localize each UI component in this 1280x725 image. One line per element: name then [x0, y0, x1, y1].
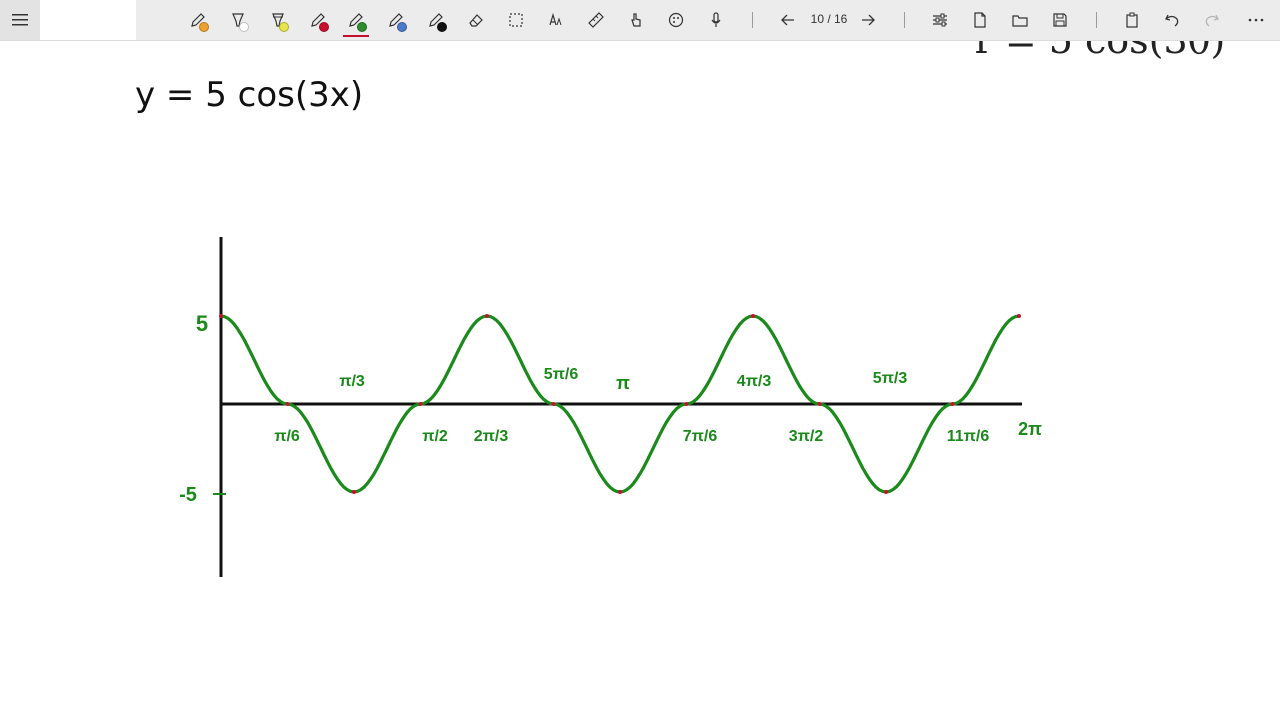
color-dot [357, 22, 367, 32]
active-tool-indicator [343, 35, 369, 37]
more-icon [1248, 18, 1264, 22]
paste-button[interactable] [1117, 6, 1147, 34]
pen-tool-green-active[interactable] [341, 6, 371, 37]
ink-to-text-tool[interactable] [541, 6, 571, 34]
palette-tool[interactable] [661, 6, 691, 34]
data-point [551, 402, 556, 406]
lasso-select-icon [509, 13, 523, 27]
x-label-5pi-over-6: 5π/6 [544, 366, 579, 383]
text-icon [549, 12, 562, 26]
data-point [817, 402, 822, 406]
tab-placeholder [40, 0, 136, 40]
data-point [219, 314, 223, 318]
data-point [285, 402, 290, 406]
highlighter-tool-white[interactable] [223, 6, 253, 34]
x-label-5pi-over-3: 5π/3 [873, 370, 908, 387]
pen-tool-black[interactable] [421, 6, 451, 34]
data-point [485, 314, 489, 318]
sliders-icon [933, 13, 947, 27]
x-label-2pi-over-3: 2π/3 [474, 428, 509, 445]
redo-icon [1205, 14, 1219, 27]
y-label-neg5: -5 [179, 484, 197, 506]
hamburger-icon [12, 14, 28, 26]
microphone-icon [711, 12, 721, 27]
previous-page-button[interactable] [773, 6, 803, 34]
settings-button[interactable] [925, 6, 955, 34]
ruler-icon [588, 12, 604, 28]
color-dot [279, 22, 289, 32]
color-dot [239, 22, 249, 32]
corner-equation: r = 5 cos(3θ) [975, 41, 1226, 62]
color-dot [319, 22, 329, 32]
x-label-3pi-over-2: 3π/2 [789, 428, 824, 445]
data-point [418, 402, 423, 406]
data-point [950, 402, 955, 406]
data-point [884, 490, 888, 494]
pen-tool-red[interactable] [303, 6, 333, 34]
touch-writing-tool[interactable] [621, 6, 651, 34]
x-label-pi-over-2: π/2 [422, 428, 448, 445]
x-label-7pi-over-6: 7π/6 [683, 428, 718, 445]
toolbar-separator [1096, 12, 1097, 28]
pencil-tool-orange[interactable] [183, 6, 213, 34]
x-label-4pi-over-3: 4π/3 [737, 373, 772, 390]
undo-button[interactable] [1157, 6, 1187, 34]
data-point [352, 490, 356, 494]
more-options-button[interactable] [1241, 6, 1271, 34]
open-button[interactable] [1005, 6, 1035, 34]
ink-canvas[interactable]: r = 5 cos(3θ) y = 5 cos(3x) 5 -5 π/3 5π/… [0, 18, 1280, 720]
eraser-icon [469, 14, 483, 27]
arrow-left-icon [781, 14, 794, 26]
app-toolbar: 10 / 16 [0, 0, 1280, 41]
arrow-right-icon [862, 14, 875, 26]
next-page-button[interactable] [853, 6, 883, 34]
color-dot [397, 22, 407, 32]
x-label-pi-over-3: π/3 [339, 373, 365, 390]
highlighter-tool-yellow[interactable] [263, 6, 293, 34]
menu-button[interactable] [0, 0, 40, 40]
lasso-select-tool[interactable] [501, 6, 531, 34]
page-counter: 10 / 16 [810, 12, 848, 26]
ruler-tool[interactable] [581, 6, 611, 34]
toolbar-separator [752, 12, 753, 28]
folder-icon [1012, 15, 1028, 27]
x-label-pi-over-6: π/6 [274, 428, 300, 445]
save-icon [1053, 13, 1067, 27]
page-icon [974, 12, 986, 28]
data-point [618, 490, 622, 494]
equation-text: y = 5 cos(3x) [135, 75, 363, 115]
data-point [1017, 314, 1021, 318]
palette-icon [668, 12, 684, 28]
color-dot [199, 22, 209, 32]
x-label-11pi-over-6: 11π/6 [947, 428, 990, 445]
color-dot [437, 22, 447, 32]
y-label-5: 5 [196, 311, 208, 336]
page-drawing: r = 5 cos(3θ) y = 5 cos(3x) 5 -5 π/3 5π/… [135, 18, 1226, 577]
undo-icon [1165, 14, 1179, 27]
x-label-pi: π [616, 373, 630, 393]
eraser-tool[interactable] [461, 6, 491, 34]
new-page-button[interactable] [965, 6, 995, 34]
x-label-2pi: 2π [1018, 419, 1042, 439]
toolbar-separator [904, 12, 905, 28]
save-button[interactable] [1045, 6, 1075, 34]
clipboard-icon [1126, 12, 1138, 28]
data-point [684, 402, 689, 406]
pen-tool-blue[interactable] [381, 6, 411, 34]
touch-hand-icon [631, 13, 641, 27]
redo-button[interactable] [1197, 6, 1227, 34]
microphone-tool[interactable] [701, 6, 731, 34]
data-point [751, 314, 755, 318]
